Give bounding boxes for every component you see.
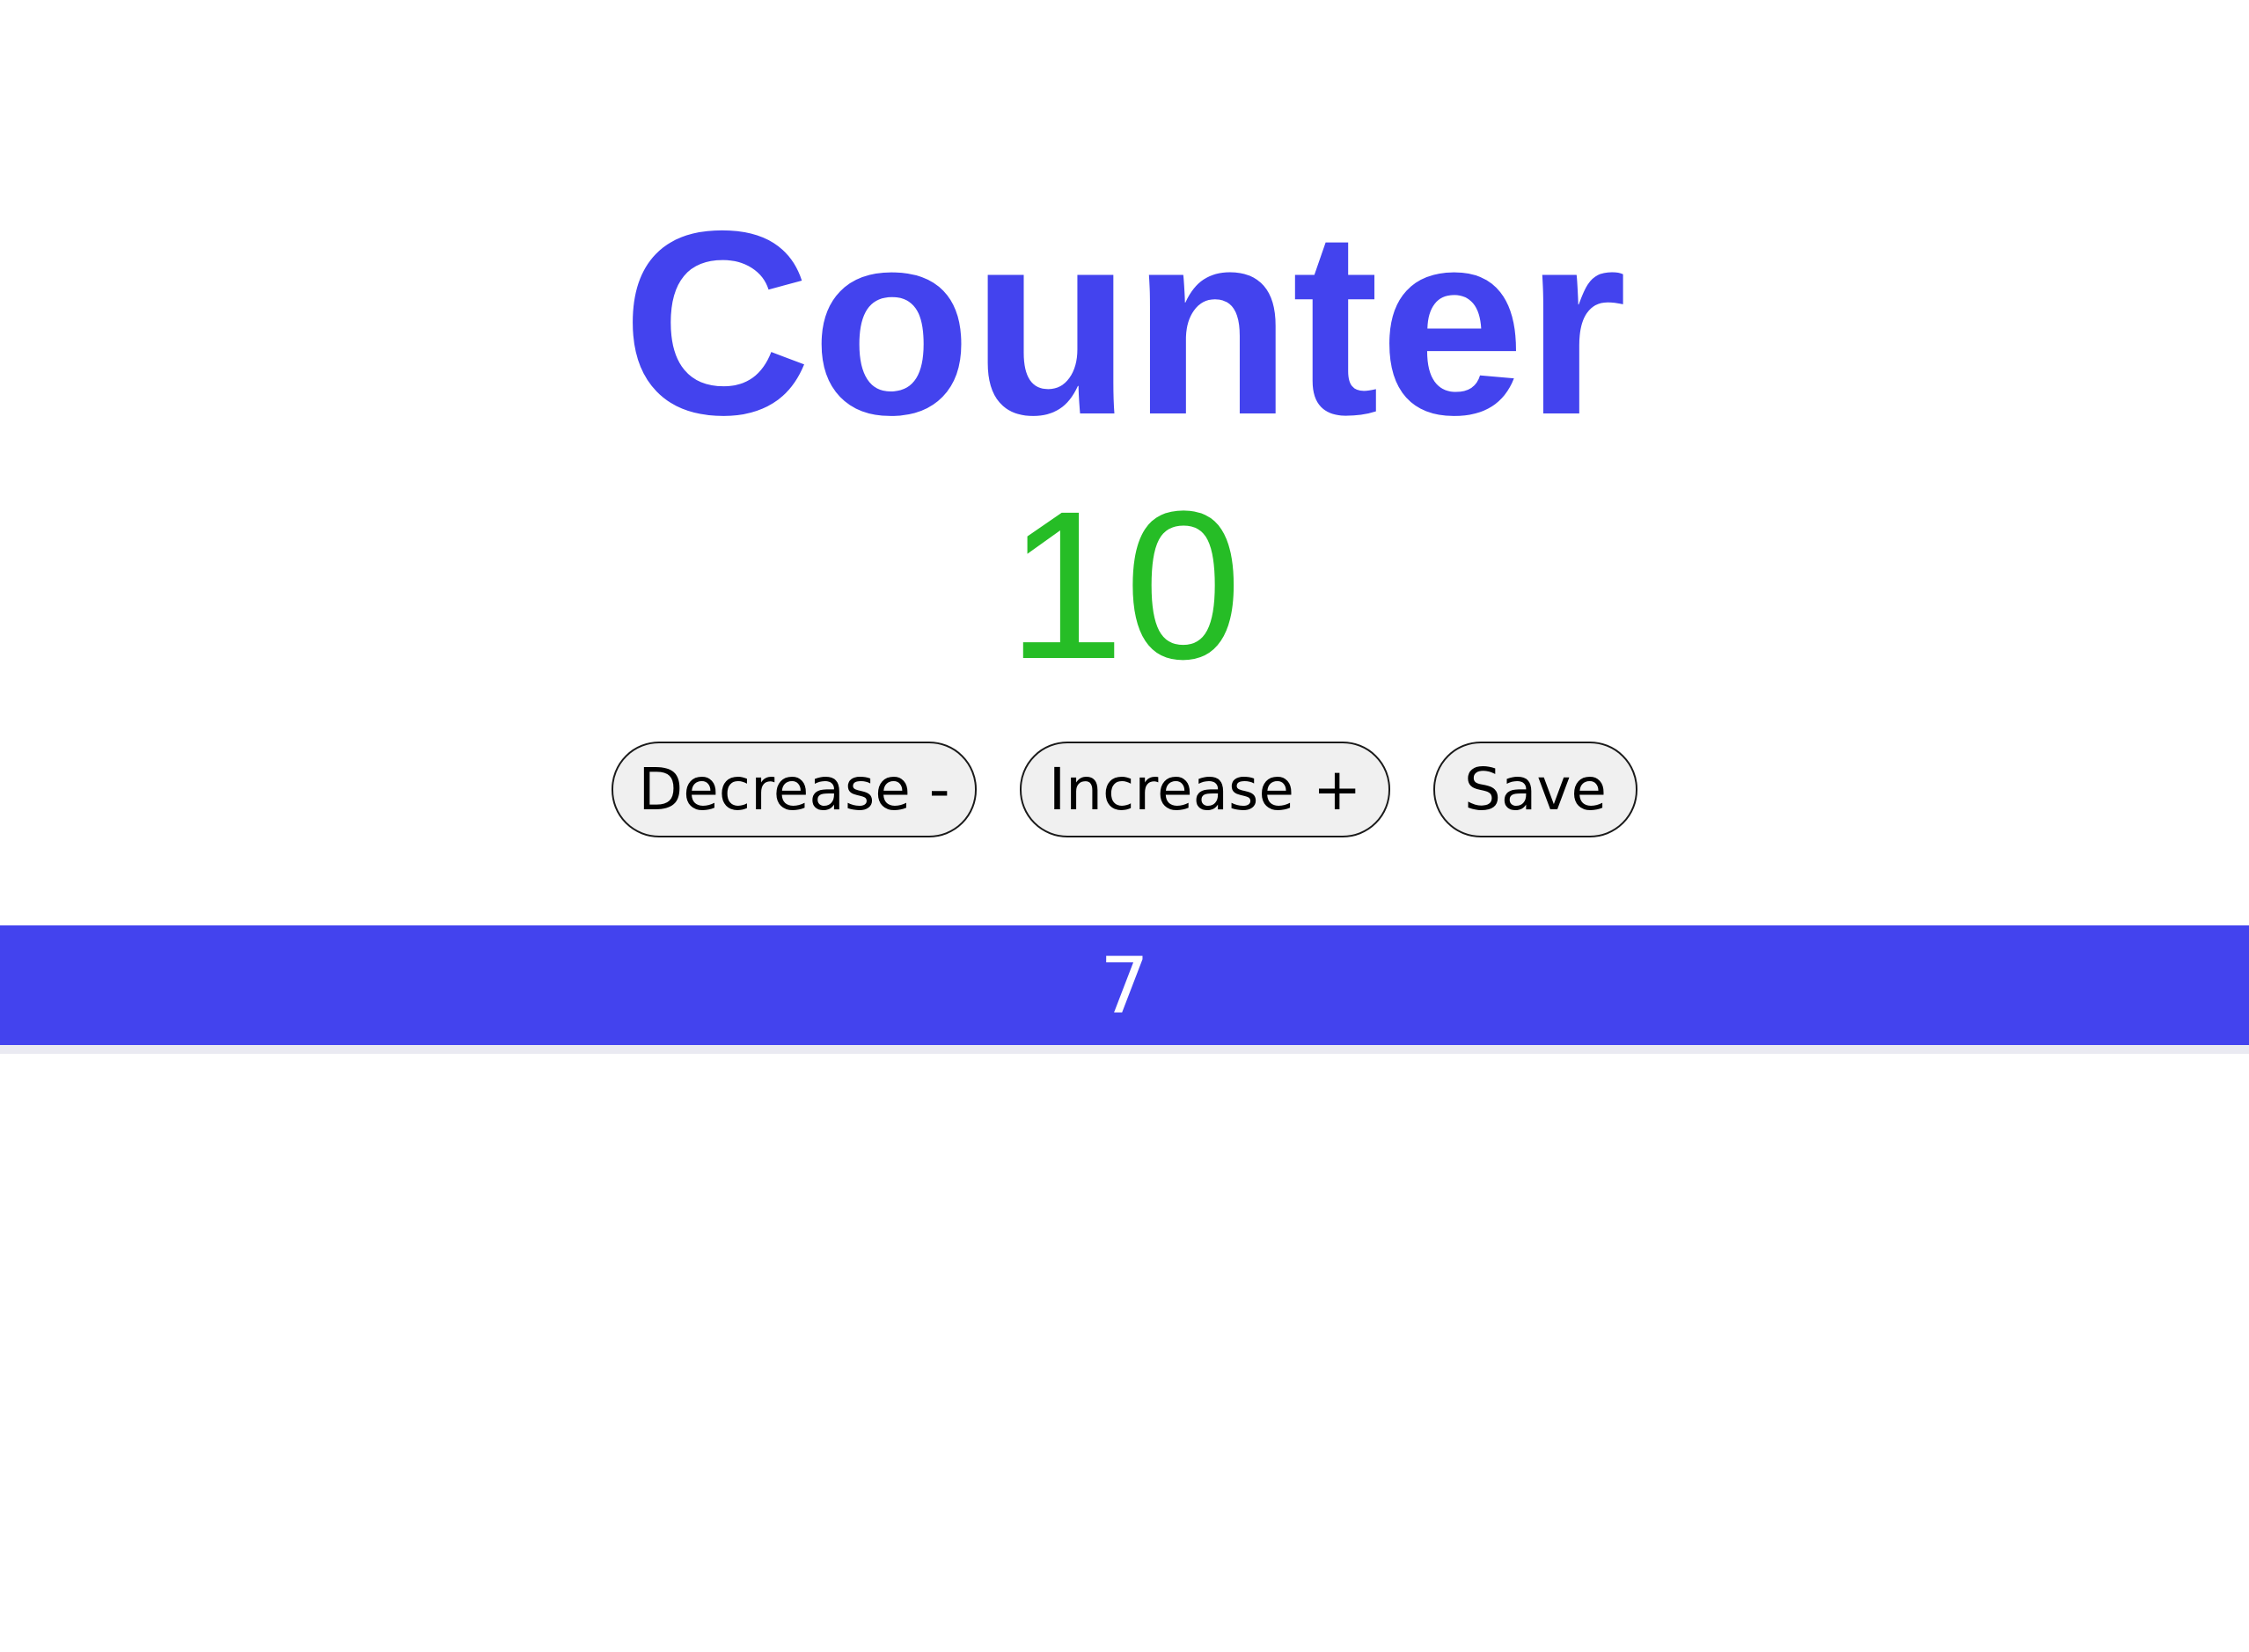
decrease-button[interactable]: Decrease - xyxy=(612,742,977,837)
button-row: Decrease - Increase + Save xyxy=(0,742,2249,837)
increase-button[interactable]: Increase + xyxy=(1020,742,1390,837)
page-title: Counter xyxy=(621,177,1628,470)
save-button[interactable]: Save xyxy=(1433,742,1637,837)
bar-divider xyxy=(0,1045,2249,1054)
counter-page: Counter 10 Decrease - Increase + Save 7 xyxy=(0,0,2249,1652)
saved-value: 7 xyxy=(1100,939,1149,1031)
counter-value: 10 xyxy=(1007,467,1242,703)
saved-value-bar: 7 xyxy=(0,925,2249,1045)
